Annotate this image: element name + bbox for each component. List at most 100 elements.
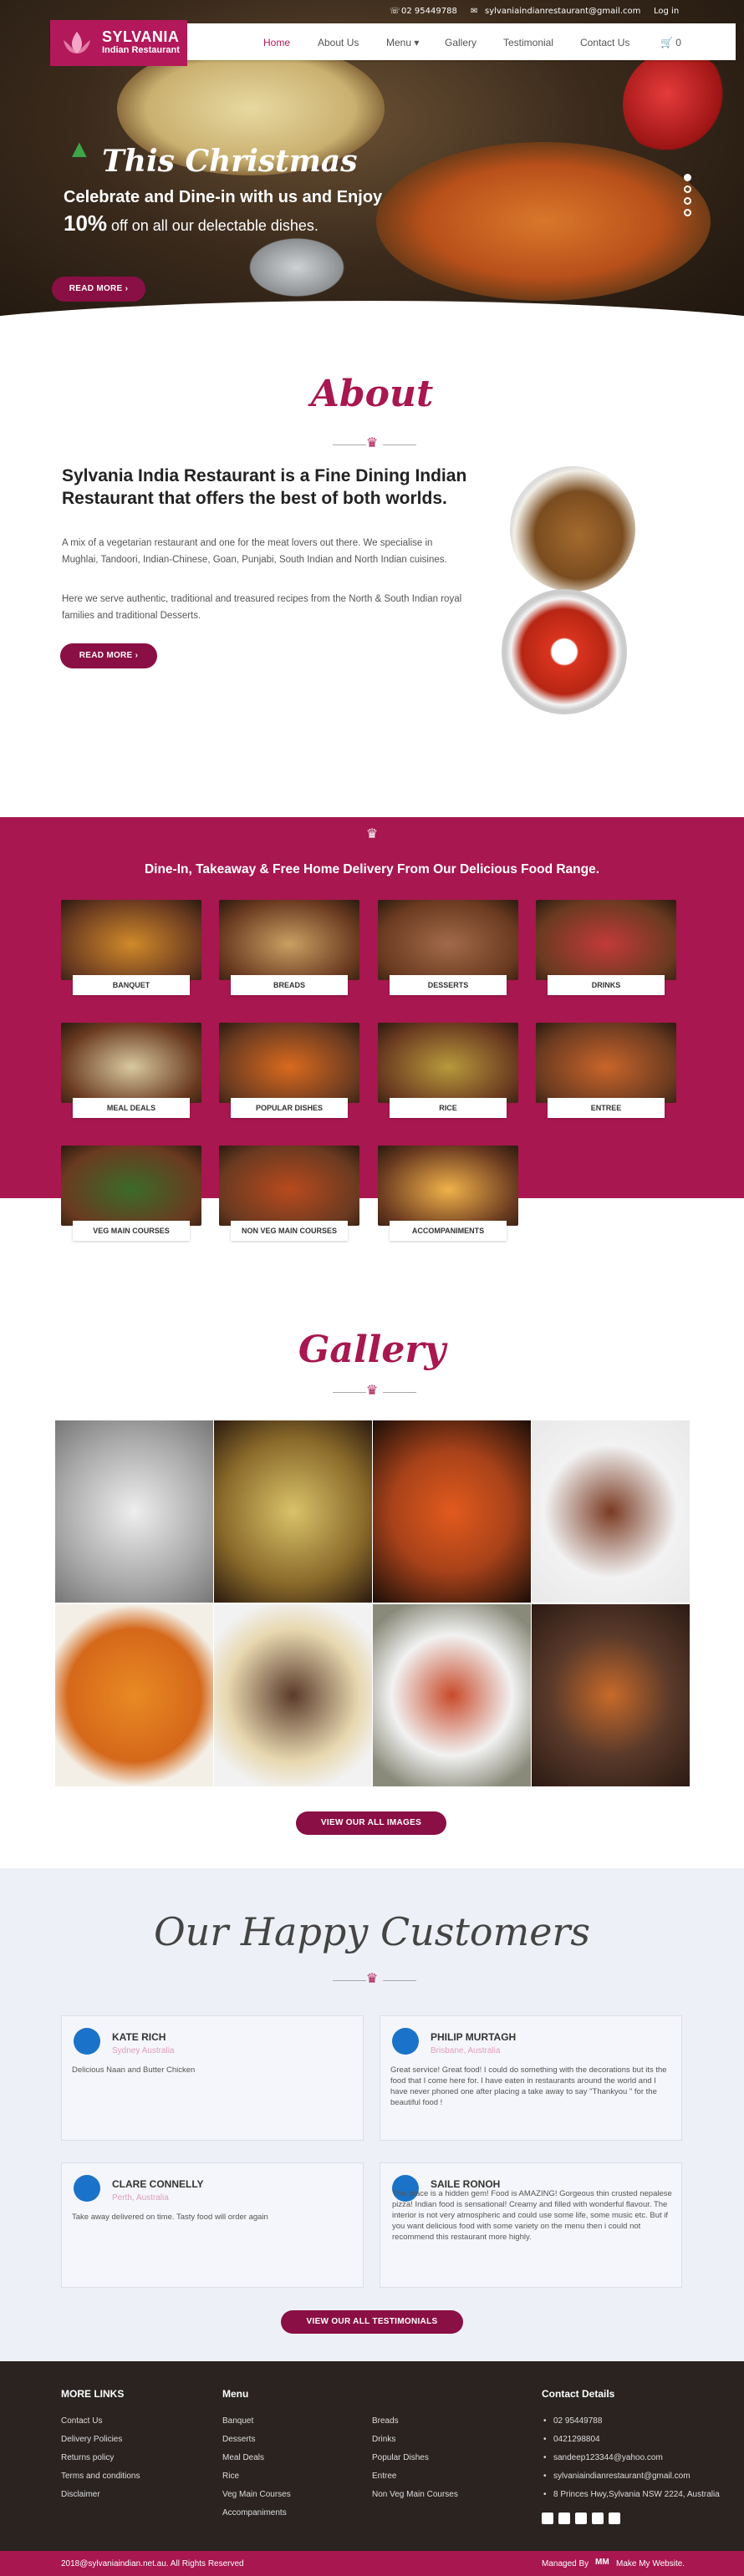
category-image[interactable] — [219, 1146, 359, 1226]
category-image[interactable] — [219, 1023, 359, 1103]
category-label[interactable]: ACCOMPANIMENTS — [390, 1221, 507, 1241]
contact-icon: • — [543, 2416, 547, 2426]
gallery-image[interactable] — [532, 1420, 690, 1603]
nav-about[interactable]: About Us — [318, 37, 359, 48]
footer-more-link[interactable]: Contact Us — [61, 2416, 102, 2426]
footer-contact-item[interactable]: 0421298804 — [553, 2435, 600, 2444]
footer-menu-link[interactable]: Popular Dishes — [372, 2453, 429, 2462]
slider-dot-2[interactable] — [684, 185, 691, 193]
testimonial-card: SAILE RONOH This place is a hidden gem! … — [380, 2162, 682, 2288]
category-image[interactable] — [378, 1023, 518, 1103]
logo[interactable]: SYLVANIA Indian Restaurant — [50, 20, 187, 66]
avatar — [74, 2175, 100, 2202]
category-label[interactable]: VEG MAIN COURSES — [73, 1221, 190, 1241]
footer-menu-link[interactable]: Breads — [372, 2416, 399, 2426]
gallery-image[interactable] — [532, 1604, 690, 1786]
category-image[interactable] — [536, 900, 676, 980]
testimonial-text: This place is a hidden gem! Food is AMAZ… — [392, 2189, 672, 2242]
pinterest-icon[interactable] — [575, 2512, 587, 2524]
footer-contact-item[interactable]: sylvaniaindianrestaurant@gmail.com — [553, 2472, 690, 2481]
footer-more-link[interactable]: Delivery Policies — [61, 2435, 122, 2444]
footer-contact-item[interactable]: 02 95449788 — [553, 2416, 602, 2426]
category-label[interactable]: MEAL DEALS — [73, 1098, 190, 1118]
gallery-image[interactable] — [373, 1604, 531, 1786]
about-read-more-button[interactable]: READ MORE › — [60, 643, 157, 668]
about-heading: Sylvania India Restaurant is a Fine Dini… — [62, 466, 467, 508]
category-image[interactable] — [61, 1023, 201, 1103]
gallery-image[interactable] — [55, 1604, 213, 1786]
nav-testimonial[interactable]: Testimonial — [503, 37, 553, 48]
category-label[interactable]: POPULAR DISHES — [231, 1098, 348, 1118]
category-label[interactable]: ENTREE — [548, 1098, 665, 1118]
about-image-cutlets — [510, 466, 635, 592]
category-label[interactable]: BANQUET — [73, 975, 190, 995]
gallery-image[interactable] — [55, 1420, 213, 1603]
footer-menu-link[interactable]: Desserts — [222, 2435, 255, 2444]
hero-title: This Christmas — [102, 144, 358, 179]
gallery-title: Gallery — [298, 1329, 446, 1371]
category-label[interactable]: NON VEG MAIN COURSES — [231, 1221, 348, 1241]
twitter-icon[interactable] — [592, 2512, 604, 2524]
slider-dot-1[interactable] — [684, 174, 691, 181]
gallery-image[interactable] — [373, 1420, 531, 1603]
gallery-image[interactable] — [214, 1604, 372, 1786]
logo-name: SYLVANIA — [102, 28, 180, 45]
category-image[interactable] — [61, 1146, 201, 1226]
hero-offer: off on all our delectable dishes. — [107, 217, 318, 234]
category-image[interactable] — [61, 900, 201, 980]
category-label[interactable]: DRINKS — [548, 975, 665, 995]
email-icon: ✉ — [471, 7, 478, 16]
category-image[interactable] — [378, 1146, 518, 1226]
google-plus-icon[interactable] — [609, 2512, 620, 2524]
category-label[interactable]: BREADS — [231, 975, 348, 995]
footer-menu-link[interactable]: Meal Deals — [222, 2453, 264, 2462]
view-all-images-button[interactable]: VIEW OUR ALL IMAGES — [296, 1811, 446, 1835]
footer-more-link[interactable]: Terms and conditions — [61, 2472, 140, 2481]
footer-menu-link[interactable]: Accompaniments — [222, 2508, 287, 2518]
category-label[interactable]: DESSERTS — [390, 975, 507, 995]
mmw-logo-icon: MM — [595, 2558, 609, 2567]
facebook-icon[interactable] — [542, 2512, 553, 2524]
slider-dot-4[interactable] — [684, 209, 691, 216]
phone-icon: ☏ — [390, 7, 400, 16]
slider-dot-3[interactable] — [684, 197, 691, 205]
view-all-testimonials-button[interactable]: VIEW OUR ALL TESTIMONIALS — [281, 2310, 463, 2334]
testimonial-text: Take away delivered on time. Tasty food … — [72, 2213, 268, 2222]
footer-contact-item[interactable]: sandeep123344@yahoo.com — [553, 2453, 663, 2462]
top-phone[interactable]: 02 95449788 — [401, 7, 457, 16]
contact-icon: • — [543, 2472, 547, 2481]
footer-menu-link[interactable]: Non Veg Main Courses — [372, 2490, 458, 2499]
cart-icon[interactable]: 🛒 0 — [660, 37, 681, 48]
nav-gallery[interactable]: Gallery — [445, 37, 476, 48]
footer-menu-link[interactable]: Entree — [372, 2472, 396, 2481]
nav-home[interactable]: Home — [263, 37, 290, 48]
category-label[interactable]: RICE — [390, 1098, 507, 1118]
bottom-bar: 2018@sylvaniaindian.net.au. All Rights R… — [0, 2551, 744, 2576]
footer-more-link[interactable]: Disclaimer — [61, 2490, 100, 2499]
nav-menu[interactable]: Menu ▾ — [386, 37, 419, 48]
nav-contact[interactable]: Contact Us — [580, 37, 629, 48]
top-email[interactable]: sylvaniaindianrestaurant@gmail.com — [485, 7, 640, 16]
category-image[interactable] — [378, 900, 518, 980]
footer-menu-link[interactable]: Banquet — [222, 2416, 253, 2426]
gallery-image[interactable] — [214, 1420, 372, 1603]
categories-heading: Dine-In, Takeaway & Free Home Delivery F… — [144, 862, 600, 876]
top-login[interactable]: Log in — [654, 7, 679, 16]
footer-menu-link[interactable]: Veg Main Courses — [222, 2490, 291, 2499]
tree-icon: ▲ — [67, 135, 92, 163]
hero-read-more-button[interactable]: READ MORE › — [52, 277, 145, 302]
ornament-image — [623, 50, 731, 159]
managed-by-link[interactable]: Make My Website. — [616, 2559, 685, 2568]
footer-menu-link[interactable]: Rice — [222, 2472, 239, 2481]
logo-sub: Indian Restaurant — [102, 45, 180, 55]
footer-contact-item[interactable]: 8 Princes Hwy,Sylvania NSW 2224, Austral… — [553, 2490, 720, 2499]
lotus-icon — [64, 32, 90, 53]
about-image-chilli-chicken — [502, 589, 627, 714]
footer-menu-link[interactable]: Drinks — [372, 2435, 395, 2444]
instagram-icon[interactable] — [558, 2512, 570, 2524]
testimonial-name: KATE RICH — [112, 2031, 166, 2043]
category-image[interactable] — [536, 1023, 676, 1103]
footer-more-link[interactable]: Returns policy — [61, 2453, 114, 2462]
category-image[interactable] — [219, 900, 359, 980]
testimonial-card: CLARE CONNELLY Perth, Australia Take awa… — [61, 2162, 364, 2288]
